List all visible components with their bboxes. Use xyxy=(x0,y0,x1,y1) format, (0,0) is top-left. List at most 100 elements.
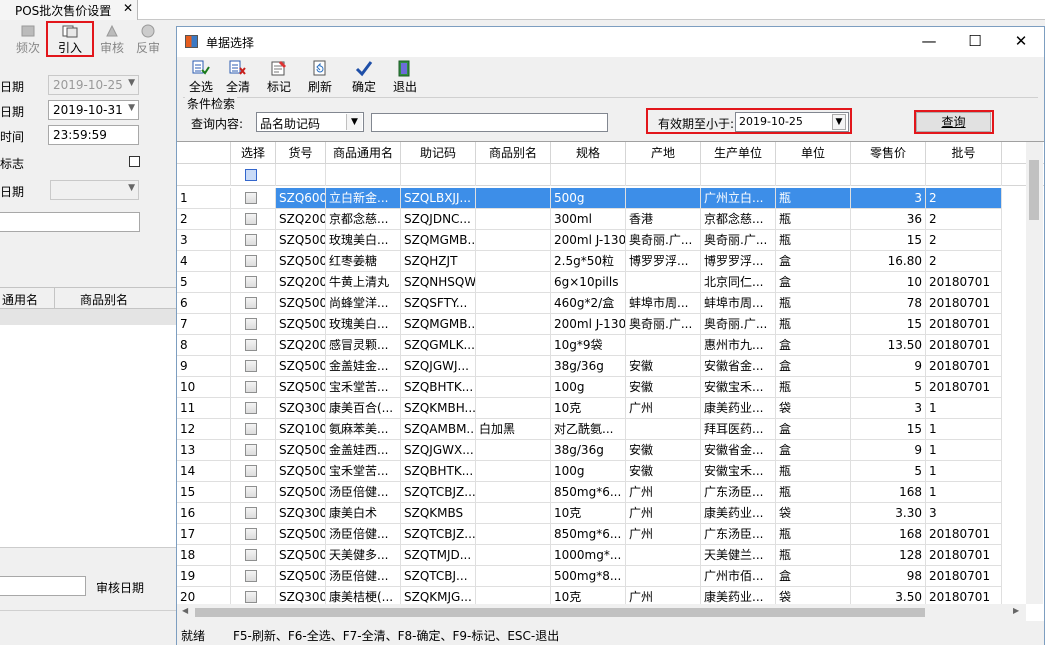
row-checkbox[interactable] xyxy=(245,276,257,288)
filter-cell[interactable] xyxy=(851,164,926,186)
unaudit-button[interactable]: 反审 xyxy=(128,22,168,58)
row-checkbox[interactable] xyxy=(245,318,257,330)
row-checkbox[interactable] xyxy=(245,591,257,603)
filter-cell[interactable] xyxy=(326,164,401,186)
row-checkbox[interactable] xyxy=(245,402,257,414)
expiry-date-picker[interactable]: 2019-10-25 ▼ xyxy=(735,112,849,132)
table-row[interactable]: 16 SZQ30002康美白术SZQKMBS 10克广州康美药业...袋3.303 xyxy=(177,503,1027,524)
table-row[interactable]: 11 SZQ30001康美百合(...SZQKMBH... 10克广州康美药业...… xyxy=(177,398,1027,419)
filter-cell[interactable] xyxy=(551,164,626,186)
filter-cell[interactable] xyxy=(776,164,851,186)
column-header[interactable]: 生产单位 xyxy=(701,142,776,164)
row-checkbox[interactable] xyxy=(245,507,257,519)
scroll-thumb[interactable] xyxy=(195,608,925,617)
dialog-titlebar[interactable]: 单据选择 — ☐ ✕ xyxy=(177,27,1044,57)
table-row[interactable]: 10 SZQ50012宝禾堂苦...SZQBHTK... 100g安徽安徽宝禾...… xyxy=(177,377,1027,398)
row-checkbox[interactable] xyxy=(245,423,257,435)
row-checkbox[interactable] xyxy=(245,255,257,267)
background-grid[interactable] xyxy=(0,309,178,547)
row-checkbox[interactable] xyxy=(245,444,257,456)
row-checkbox[interactable] xyxy=(245,549,257,561)
filter-cell[interactable] xyxy=(177,164,231,186)
close-button[interactable]: ✕ xyxy=(998,27,1044,57)
column-header[interactable]: 商品别名 xyxy=(476,142,551,164)
filter-cell[interactable] xyxy=(701,164,776,186)
refresh-button[interactable]: 刷新 xyxy=(302,60,338,95)
select-all-button[interactable]: 全选 xyxy=(183,60,219,95)
scroll-right-icon[interactable]: ▶ xyxy=(1013,606,1019,615)
table-row[interactable]: 18 SZQ50005天美健多...SZQTMJD... 1000mg*... 天美健… xyxy=(177,545,1027,566)
start-date-field[interactable]: 2019-10-25 ▼ xyxy=(48,75,139,95)
table-row[interactable]: 8 SZQ20001感冒灵颗...SZQGMLK... 10g*9袋 惠州市九...盒… xyxy=(177,335,1027,356)
date-field-disabled[interactable]: ▼ xyxy=(50,180,139,200)
filter-cell[interactable] xyxy=(476,164,551,186)
table-row[interactable]: 7SZQ50054玫瑰美白...SZQMGMB...200ml J-130奥奇丽… xyxy=(177,314,1027,335)
horizontal-scrollbar[interactable]: ◀ ▶ xyxy=(177,604,1026,621)
filter-cell[interactable] xyxy=(926,164,1002,186)
column-header[interactable]: 规格 xyxy=(551,142,626,164)
row-checkbox[interactable] xyxy=(245,486,257,498)
exit-button[interactable]: 退出 xyxy=(387,60,423,95)
background-grid-scrollbar[interactable] xyxy=(0,547,178,565)
tab-close-icon[interactable]: ✕ xyxy=(123,1,133,15)
table-row[interactable]: 15 SZQ50009汤臣倍健...SZQTCBJZ... 850mg*6...广州… xyxy=(177,482,1027,503)
table-row[interactable]: 17 SZQ50009汤臣倍健...SZQTCBJZ... 850mg*6...广州… xyxy=(177,524,1027,545)
filter-cell[interactable] xyxy=(401,164,476,186)
time-field[interactable]: 23:59:59 xyxy=(48,125,139,145)
row-checkbox[interactable] xyxy=(245,234,257,246)
table-row[interactable]: 5 SZQ20003牛黄上清丸SZQNHSQW 6g×10pills 北京同仁...盒… xyxy=(177,272,1027,293)
document-grid[interactable]: 选择货号商品通用名助记码商品别名规格产地生产单位单位零售价批号 1 SZQ6000… xyxy=(177,141,1044,621)
end-date-field[interactable]: 2019-10-31 ▼ xyxy=(48,100,139,120)
bottom-field[interactable] xyxy=(0,576,86,596)
filter-cell[interactable] xyxy=(626,164,701,186)
tab-pos-price-settings[interactable]: POS批次售价设置 xyxy=(0,0,138,20)
table-cell: 瓶 xyxy=(776,230,851,251)
table-row[interactable]: 3SZQ50054玫瑰美白...SZQMGMB...200ml J-130奥奇丽… xyxy=(177,230,1027,251)
table-row[interactable]: 4SZQ50045红枣姜糖SZQHZJT2.5g*50粒博罗罗浮...博罗罗浮.… xyxy=(177,251,1027,272)
column-header[interactable]: 零售价 xyxy=(851,142,926,164)
row-checkbox[interactable] xyxy=(245,192,257,204)
row-checkbox[interactable] xyxy=(245,528,257,540)
row-checkbox[interactable] xyxy=(245,213,257,225)
scroll-thumb[interactable] xyxy=(1029,160,1039,220)
frequency-button[interactable]: 频次 xyxy=(8,22,48,58)
column-header[interactable] xyxy=(177,142,231,164)
row-checkbox[interactable] xyxy=(245,465,257,477)
flag-checkbox[interactable] xyxy=(129,156,140,167)
clear-all-button[interactable]: 全清 xyxy=(220,60,256,95)
row-checkbox[interactable] xyxy=(245,360,257,372)
table-row[interactable]: 2SZQ20002京都念慈...SZQJDNC...300ml香港京都念慈...… xyxy=(177,209,1027,230)
maximize-button[interactable]: ☐ xyxy=(952,27,998,57)
row-checkbox[interactable] xyxy=(245,381,257,393)
query-field-select[interactable]: 品名助记码 ▼ xyxy=(256,112,364,132)
column-header[interactable]: 商品通用名 xyxy=(326,142,401,164)
memo-field[interactable] xyxy=(0,212,140,232)
minimize-button[interactable]: — xyxy=(906,27,952,57)
table-row[interactable]: 1 SZQ60001立白新金...SZQLBXJJ... 500g 广州立白...瓶3… xyxy=(177,188,1027,209)
table-cell: 36 xyxy=(851,209,926,230)
column-header[interactable]: 选择 xyxy=(231,142,276,164)
table-row[interactable]: 14 SZQ50012宝禾堂苦...SZQBHTK... 100g安徽安徽宝禾...… xyxy=(177,461,1027,482)
vertical-scrollbar[interactable] xyxy=(1026,142,1043,604)
scroll-left-icon[interactable]: ◀ xyxy=(182,606,188,615)
column-header[interactable]: 单位 xyxy=(776,142,851,164)
table-row[interactable]: 9 SZQ50024金盖娃金...SZQJGWJ... 38g/36g安徽安徽省金.… xyxy=(177,356,1027,377)
table-row[interactable]: 6SZQ50068尚蜂堂洋...SZQSFTY...460g*2/盒蚌埠市周..… xyxy=(177,293,1027,314)
table-cell: 康美白术 xyxy=(326,503,401,524)
column-header[interactable]: 产地 xyxy=(626,142,701,164)
row-checkbox[interactable] xyxy=(245,297,257,309)
row-checkbox[interactable] xyxy=(245,570,257,582)
table-row[interactable]: 13 SZQ50022金盖娃西...SZQJGWX... 38g/36g安徽安徽省金… xyxy=(177,440,1027,461)
column-header[interactable]: 批号 xyxy=(926,142,1002,164)
audit-button[interactable]: 审核 xyxy=(92,22,132,58)
table-row[interactable]: 12 SZQ10003氨麻苯美...SZQAMBM...白加黑对乙酰氨... 拜耳医… xyxy=(177,419,1027,440)
column-header[interactable]: 货号 xyxy=(276,142,326,164)
mark-button[interactable]: 标记 xyxy=(261,60,297,95)
select-all-checkbox[interactable] xyxy=(245,169,257,181)
column-header[interactable]: 助记码 xyxy=(401,142,476,164)
row-checkbox[interactable] xyxy=(245,339,257,351)
query-input[interactable] xyxy=(371,113,608,132)
confirm-button[interactable]: 确定 xyxy=(346,60,382,95)
table-row[interactable]: 19 SZQ50002汤臣倍健...SZQTCBJ... 500mg*8... 广州市… xyxy=(177,566,1027,587)
filter-cell[interactable] xyxy=(276,164,326,186)
